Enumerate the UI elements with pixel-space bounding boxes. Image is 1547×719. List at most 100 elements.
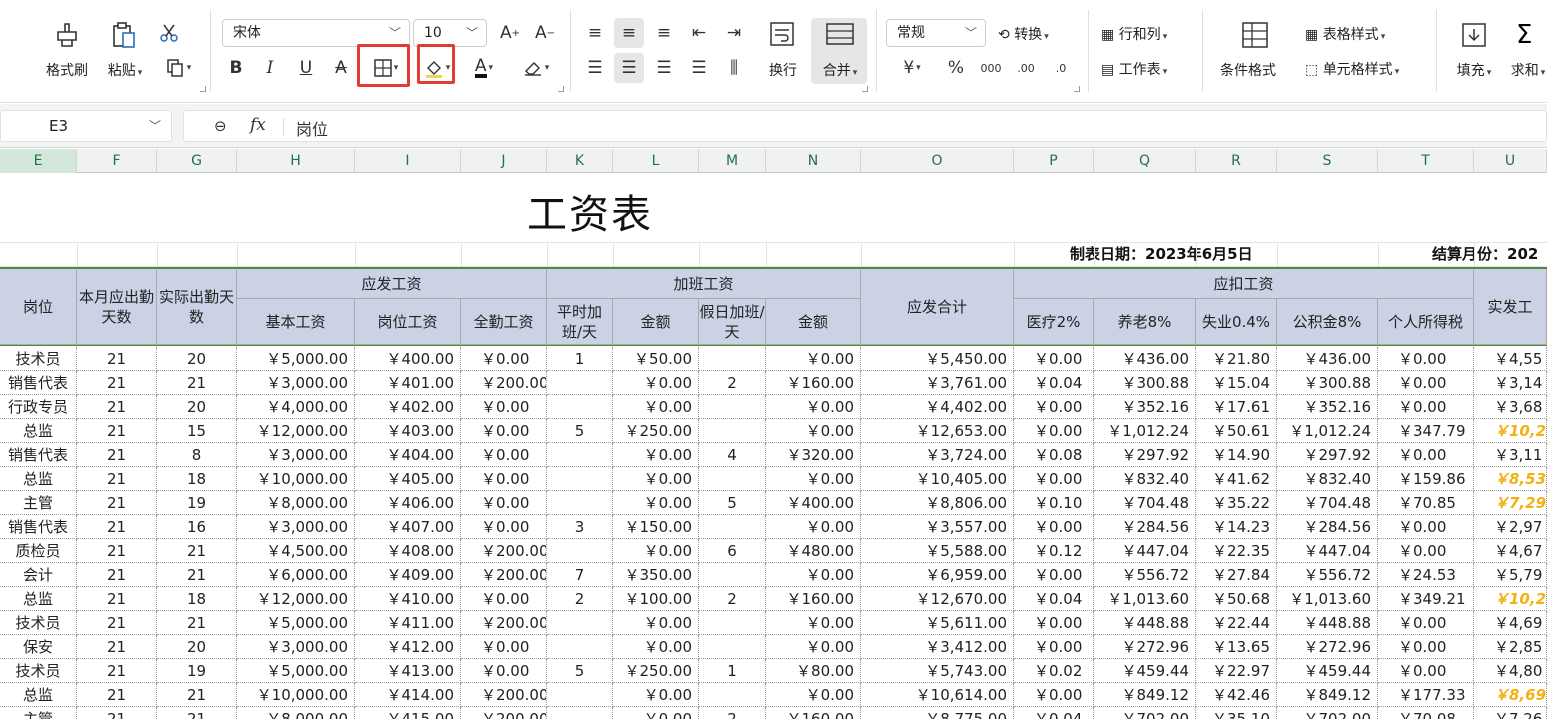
cut-icon[interactable] xyxy=(158,22,180,44)
header-due-days[interactable]: 本月应出勤天数 xyxy=(77,269,157,345)
cell-tax[interactable]: ￥24.53 xyxy=(1378,563,1474,587)
cell-ot-weekday-amount[interactable]: ￥150.00 xyxy=(613,515,699,539)
align-right-icon[interactable]: ☰ xyxy=(653,57,675,79)
cell-due-days[interactable]: 21 xyxy=(77,347,157,371)
cell-actual-days[interactable]: 21 xyxy=(157,563,237,587)
cell-gross-total[interactable]: ￥6,959.00 xyxy=(861,563,1014,587)
cell-medical[interactable]: ￥0.00 xyxy=(1014,515,1094,539)
cell-post[interactable]: 销售代表 xyxy=(0,443,77,467)
sum-button[interactable]: 求和 ▾ xyxy=(1508,60,1547,80)
conditional-format-icon[interactable] xyxy=(1240,20,1270,50)
cell-pension[interactable]: ￥849.12 xyxy=(1094,683,1196,707)
header-net[interactable]: 实发工 xyxy=(1474,269,1547,345)
number-launcher-icon[interactable] xyxy=(1074,86,1080,92)
cell-position-pay[interactable]: ￥403.00 xyxy=(355,419,461,443)
format-painter-icon[interactable] xyxy=(52,20,82,50)
decrease-font-icon[interactable]: A − xyxy=(534,22,556,44)
cell-ot-weekday[interactable]: 5 xyxy=(547,419,613,443)
cell-gross-total[interactable]: ￥5,743.00 xyxy=(861,659,1014,683)
cell-gross-total[interactable]: ￥12,653.00 xyxy=(861,419,1014,443)
cell-medical[interactable]: ￥0.04 xyxy=(1014,707,1094,719)
zoom-formula-icon[interactable]: ⊖ xyxy=(214,117,227,135)
increase-decimal-icon[interactable]: .00 xyxy=(1015,57,1037,79)
column-header-F[interactable]: F xyxy=(77,149,157,173)
cell-pension[interactable]: ￥1,012.24 xyxy=(1094,419,1196,443)
cell-tax[interactable]: ￥159.86 xyxy=(1378,467,1474,491)
cell-attendance[interactable]: ￥0.00 xyxy=(461,587,547,611)
cell-ot-holiday[interactable] xyxy=(699,635,766,659)
cell-attendance[interactable]: ￥200.00 xyxy=(461,371,547,395)
cell-base[interactable]: ￥8,000.00 xyxy=(237,707,355,719)
cell-position-pay[interactable]: ￥400.00 xyxy=(355,347,461,371)
cell-position-pay[interactable]: ￥411.00 xyxy=(355,611,461,635)
cell-tax[interactable]: ￥0.00 xyxy=(1378,371,1474,395)
cell-ot-holiday[interactable]: 2 xyxy=(699,587,766,611)
cell-medical[interactable]: ￥0.00 xyxy=(1014,419,1094,443)
column-header-L[interactable]: L xyxy=(613,149,699,173)
cell-pension[interactable]: ￥436.00 xyxy=(1094,347,1196,371)
format-painter-button[interactable]: 格式刷 xyxy=(44,60,90,80)
cell-net[interactable]: ￥4,55 xyxy=(1474,347,1547,371)
font-size-select[interactable]: 10 ﹀ xyxy=(413,19,487,47)
cell-tax[interactable]: ￥0.00 xyxy=(1378,539,1474,563)
align-left-icon[interactable]: ☰ xyxy=(584,57,606,79)
cell-gross-total[interactable]: ￥8,806.00 xyxy=(861,491,1014,515)
cell-ot-weekday[interactable] xyxy=(547,635,613,659)
cell-net[interactable]: ￥4,80 xyxy=(1474,659,1547,683)
cell-actual-days[interactable]: 19 xyxy=(157,491,237,515)
cell-net[interactable]: ￥3,14 xyxy=(1474,371,1547,395)
cell-ot-holiday[interactable]: 1 xyxy=(699,659,766,683)
cell-gross-total[interactable]: ￥12,670.00 xyxy=(861,587,1014,611)
cell-ot-holiday[interactable] xyxy=(699,419,766,443)
cell-attendance[interactable]: ￥200.00 xyxy=(461,611,547,635)
align-top-icon[interactable]: ≡ xyxy=(584,22,606,44)
cell-medical[interactable]: ￥0.00 xyxy=(1014,563,1094,587)
cell-ot-holiday-amount[interactable]: ￥400.00 xyxy=(766,491,861,515)
cell-attendance[interactable]: ￥0.00 xyxy=(461,659,547,683)
column-header-R[interactable]: R xyxy=(1196,149,1277,173)
cell-ot-holiday[interactable] xyxy=(699,467,766,491)
cell-unemployment[interactable]: ￥35.22 xyxy=(1196,491,1277,515)
cell-actual-days[interactable]: 21 xyxy=(157,611,237,635)
cell-ot-weekday[interactable]: 3 xyxy=(547,515,613,539)
cell-post[interactable]: 技术员 xyxy=(0,611,77,635)
cell-base[interactable]: ￥3,000.00 xyxy=(237,515,355,539)
merge-button[interactable]: 合并 ▾ xyxy=(816,60,864,80)
header-ot-holiday-amount[interactable]: 金额 xyxy=(766,299,861,345)
cell-pension[interactable]: ￥704.48 xyxy=(1094,491,1196,515)
column-header-U[interactable]: U xyxy=(1474,149,1547,173)
alignment-launcher-icon[interactable] xyxy=(862,86,868,92)
cell-tax[interactable]: ￥347.79 xyxy=(1378,419,1474,443)
table-style-button[interactable]: ▦ 表格样式 ▾ xyxy=(1305,24,1385,44)
cell-ot-holiday[interactable]: 6 xyxy=(699,539,766,563)
cell-attendance[interactable]: ￥0.00 xyxy=(461,635,547,659)
cell-pension[interactable]: ￥272.96 xyxy=(1094,635,1196,659)
cell-actual-days[interactable]: 21 xyxy=(157,683,237,707)
cell-pension[interactable]: ￥300.88 xyxy=(1094,371,1196,395)
cell-tax[interactable]: ￥0.00 xyxy=(1378,515,1474,539)
cell-ot-holiday-amount[interactable]: ￥480.00 xyxy=(766,539,861,563)
convert-button[interactable]: ⟲ 转换 ▾ xyxy=(998,24,1049,44)
currency-icon[interactable]: ¥ ▾ xyxy=(895,57,929,79)
column-header-G[interactable]: G xyxy=(157,149,237,173)
cell-ot-weekday-amount[interactable]: ￥0.00 xyxy=(613,395,699,419)
cell-unemployment[interactable]: ￥27.84 xyxy=(1196,563,1277,587)
cell-due-days[interactable]: 21 xyxy=(77,587,157,611)
cell-ot-holiday-amount[interactable]: ￥0.00 xyxy=(766,419,861,443)
cell-ot-holiday-amount[interactable]: ￥0.00 xyxy=(766,683,861,707)
cell-post[interactable]: 总监 xyxy=(0,419,77,443)
cell-net[interactable]: ￥2,97 xyxy=(1474,515,1547,539)
cell-pension[interactable]: ￥447.04 xyxy=(1094,539,1196,563)
header-deduct-group[interactable]: 应扣工资 xyxy=(1014,269,1474,299)
cell-unemployment[interactable]: ￥50.61 xyxy=(1196,419,1277,443)
distributed-icon[interactable]: ⫼ xyxy=(723,57,745,79)
cell-housing[interactable]: ￥272.96 xyxy=(1277,635,1378,659)
cell-post[interactable]: 行政专员 xyxy=(0,395,77,419)
cell-ot-weekday-amount[interactable]: ￥0.00 xyxy=(613,683,699,707)
cell-actual-days[interactable]: 21 xyxy=(157,539,237,563)
cell-pension[interactable]: ￥448.88 xyxy=(1094,611,1196,635)
cell-post[interactable]: 总监 xyxy=(0,587,77,611)
cell-ot-weekday-amount[interactable]: ￥0.00 xyxy=(613,611,699,635)
cell-housing[interactable]: ￥448.88 xyxy=(1277,611,1378,635)
cell-ot-weekday[interactable] xyxy=(547,395,613,419)
